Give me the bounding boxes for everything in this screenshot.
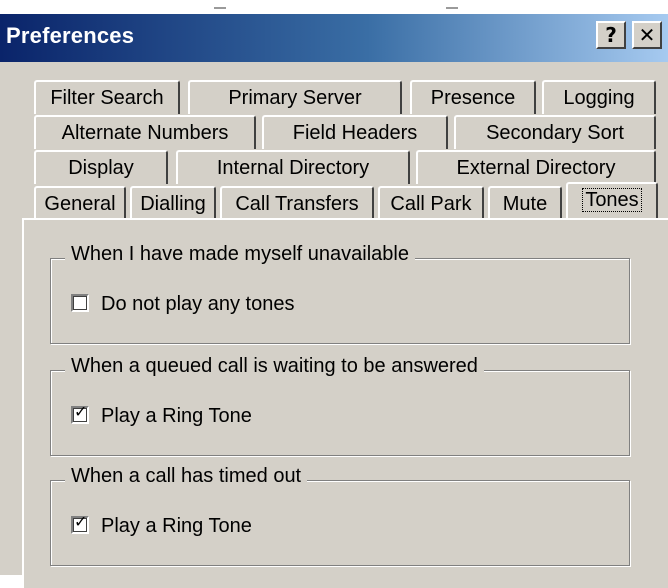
group-queued-call-legend: When a queued call is waiting to be answ… <box>65 355 484 378</box>
checkbox-label: Play a Ring Tone <box>101 405 252 427</box>
tab-tones[interactable]: Tones <box>566 182 658 220</box>
tab-call-park[interactable]: Call Park <box>378 186 484 220</box>
tab-tones-label: Tones <box>582 188 642 212</box>
check-mark-icon: ✓ <box>74 511 88 531</box>
close-button[interactable]: ✕ <box>632 21 662 49</box>
tab-general[interactable]: General <box>34 186 126 220</box>
window-title: Preferences <box>6 23 135 48</box>
tab-external-directory[interactable]: External Directory <box>416 150 656 184</box>
group-unavailable-legend: When I have made myself unavailable <box>65 243 415 266</box>
tab-call-transfers[interactable]: Call Transfers <box>220 186 374 220</box>
check-mark-icon: ✓ <box>74 401 88 421</box>
group-timed-out: When a call has timed out ✓ Play a Ring T… <box>50 465 630 566</box>
tab-logging[interactable]: Logging <box>542 80 656 114</box>
tab-dialling[interactable]: Dialling <box>130 186 216 220</box>
tab-field-headers[interactable]: Field Headers <box>262 115 448 149</box>
play-ring-tone-queued-checkbox[interactable]: ✓ Play a Ring Tone <box>71 402 252 428</box>
group-timed-out-legend: When a call has timed out <box>65 465 308 488</box>
checkbox-label: Do not play any tones <box>101 293 295 315</box>
tab-secondary-sort[interactable]: Secondary Sort <box>454 115 656 149</box>
checkbox-checked[interactable]: ✓ <box>71 402 89 424</box>
help-button[interactable]: ? <box>596 21 626 49</box>
tab-presence[interactable]: Presence <box>410 80 536 114</box>
tab-mute[interactable]: Mute <box>488 186 562 220</box>
tab-alternate-numbers[interactable]: Alternate Numbers <box>34 115 256 149</box>
group-queued-call: When a queued call is waiting to be answ… <box>50 355 630 456</box>
top-strip-mark <box>446 7 458 9</box>
tab-filter-search[interactable]: Filter Search <box>34 80 180 114</box>
title-bar[interactable]: Preferences ? ✕ <box>0 14 668 62</box>
checkbox-checked[interactable]: ✓ <box>71 512 89 534</box>
do-not-play-tones-checkbox[interactable]: Do not play any tones <box>71 293 294 316</box>
tab-primary-server[interactable]: Primary Server <box>188 80 402 114</box>
tones-panel: When I have made myself unavailable Do n… <box>22 218 668 588</box>
top-strip-mark <box>214 7 226 9</box>
group-unavailable: When I have made myself unavailable Do n… <box>50 243 630 344</box>
checkbox-label: Play a Ring Tone <box>101 515 252 537</box>
checkbox-unchecked[interactable] <box>71 293 89 312</box>
top-strip <box>0 0 668 14</box>
tab-display[interactable]: Display <box>34 150 168 184</box>
play-ring-tone-timeout-checkbox[interactable]: ✓ Play a Ring Tone <box>71 512 252 538</box>
tab-internal-directory[interactable]: Internal Directory <box>176 150 410 184</box>
